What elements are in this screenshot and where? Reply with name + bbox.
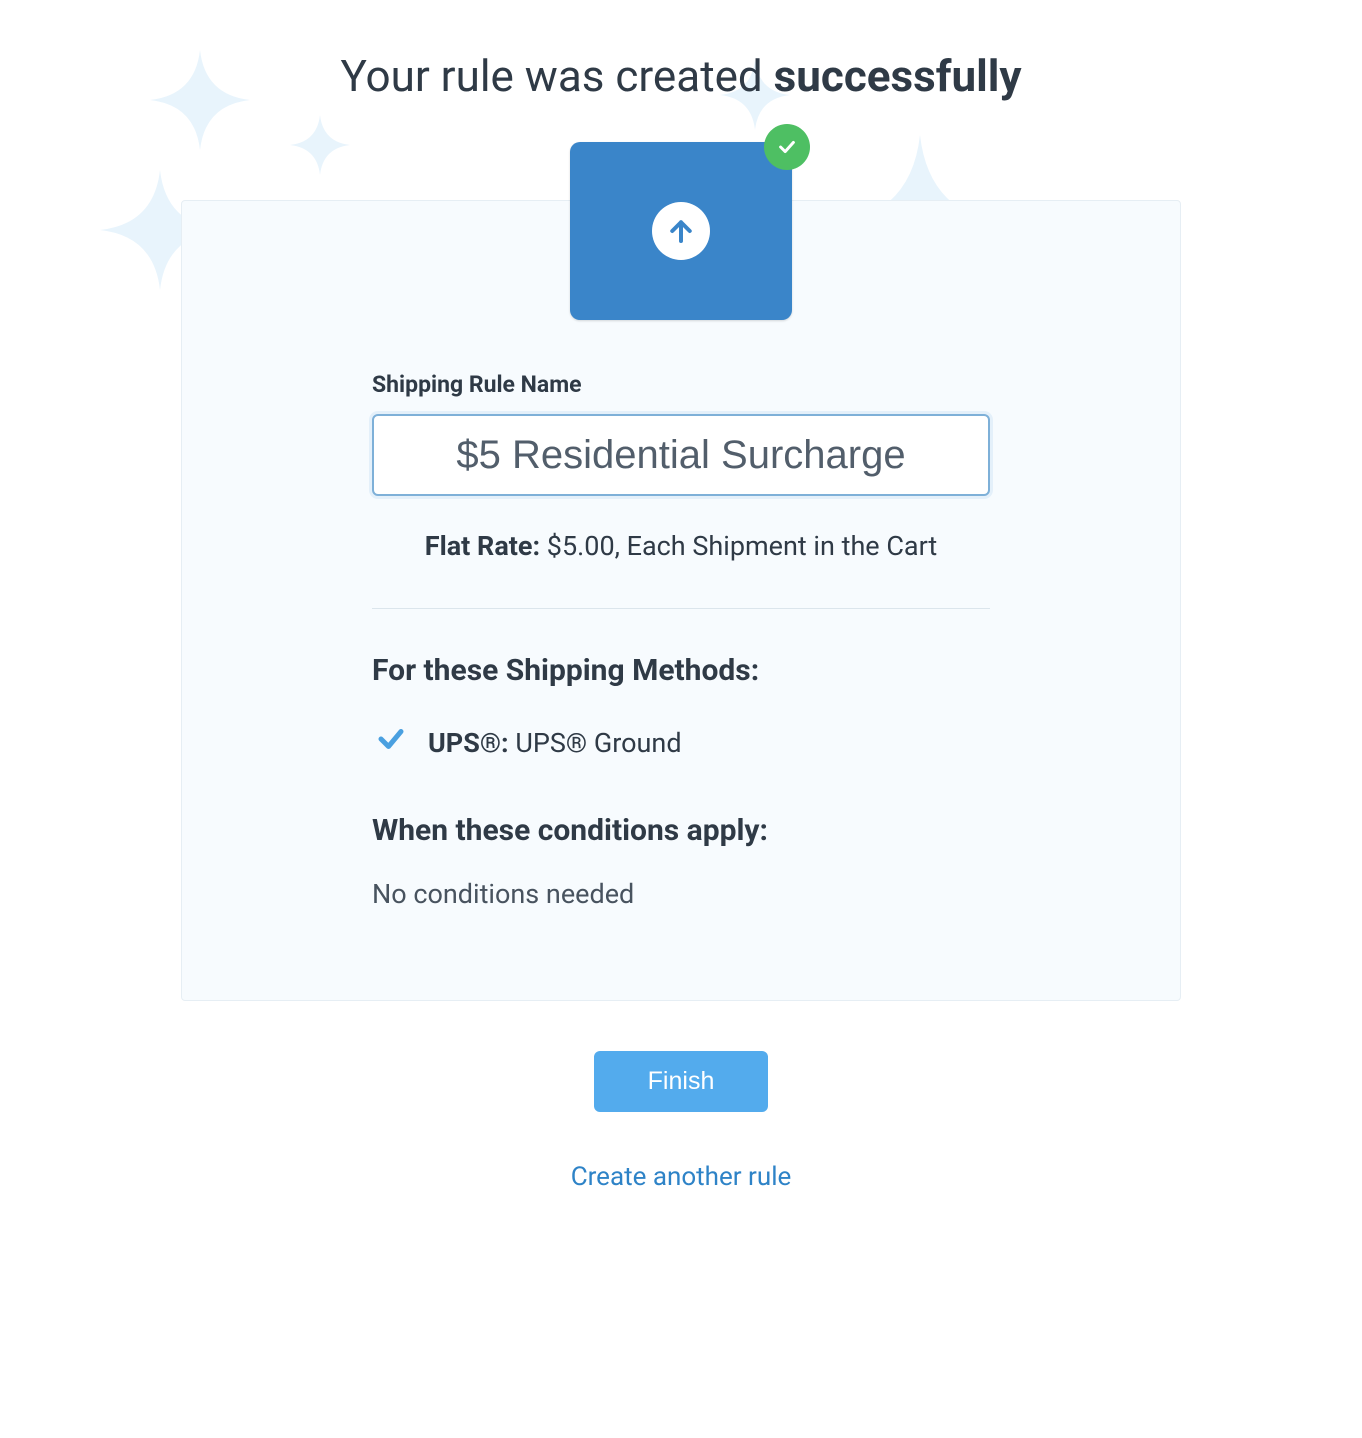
flat-rate-summary: Flat Rate: $5.00, Each Shipment in the C… [372,530,990,562]
success-check-icon [764,124,810,170]
check-icon [376,724,406,761]
flat-rate-label: Flat Rate: [425,530,540,562]
conditions-heading: When these conditions apply: [372,813,990,848]
create-another-link[interactable]: Create another rule [181,1162,1181,1192]
rule-name-input[interactable] [372,414,990,496]
carrier-name: UPS®: [428,727,509,759]
rule-name-label: Shipping Rule Name [372,371,990,398]
flat-rate-value: $5.00, Each Shipment in the Cart [540,530,937,562]
shipping-method-text: UPS®: UPS® Ground [428,727,682,759]
title-emphasis: successfully [774,50,1022,102]
summary-panel: Shipping Rule Name Flat Rate: $5.00, Eac… [181,200,1181,1001]
page-title: Your rule was created successfully [0,50,1362,102]
divider [372,608,990,609]
arrow-up-icon [652,202,710,260]
service-name: UPS® Ground [509,727,682,759]
conditions-text: No conditions needed [372,878,990,910]
shipping-method-item: UPS®: UPS® Ground [372,724,990,761]
title-prefix: Your rule was created [340,50,773,102]
finish-button[interactable]: Finish [594,1051,769,1112]
methods-heading: For these Shipping Methods: [372,653,990,688]
rule-icon-card [570,142,792,320]
